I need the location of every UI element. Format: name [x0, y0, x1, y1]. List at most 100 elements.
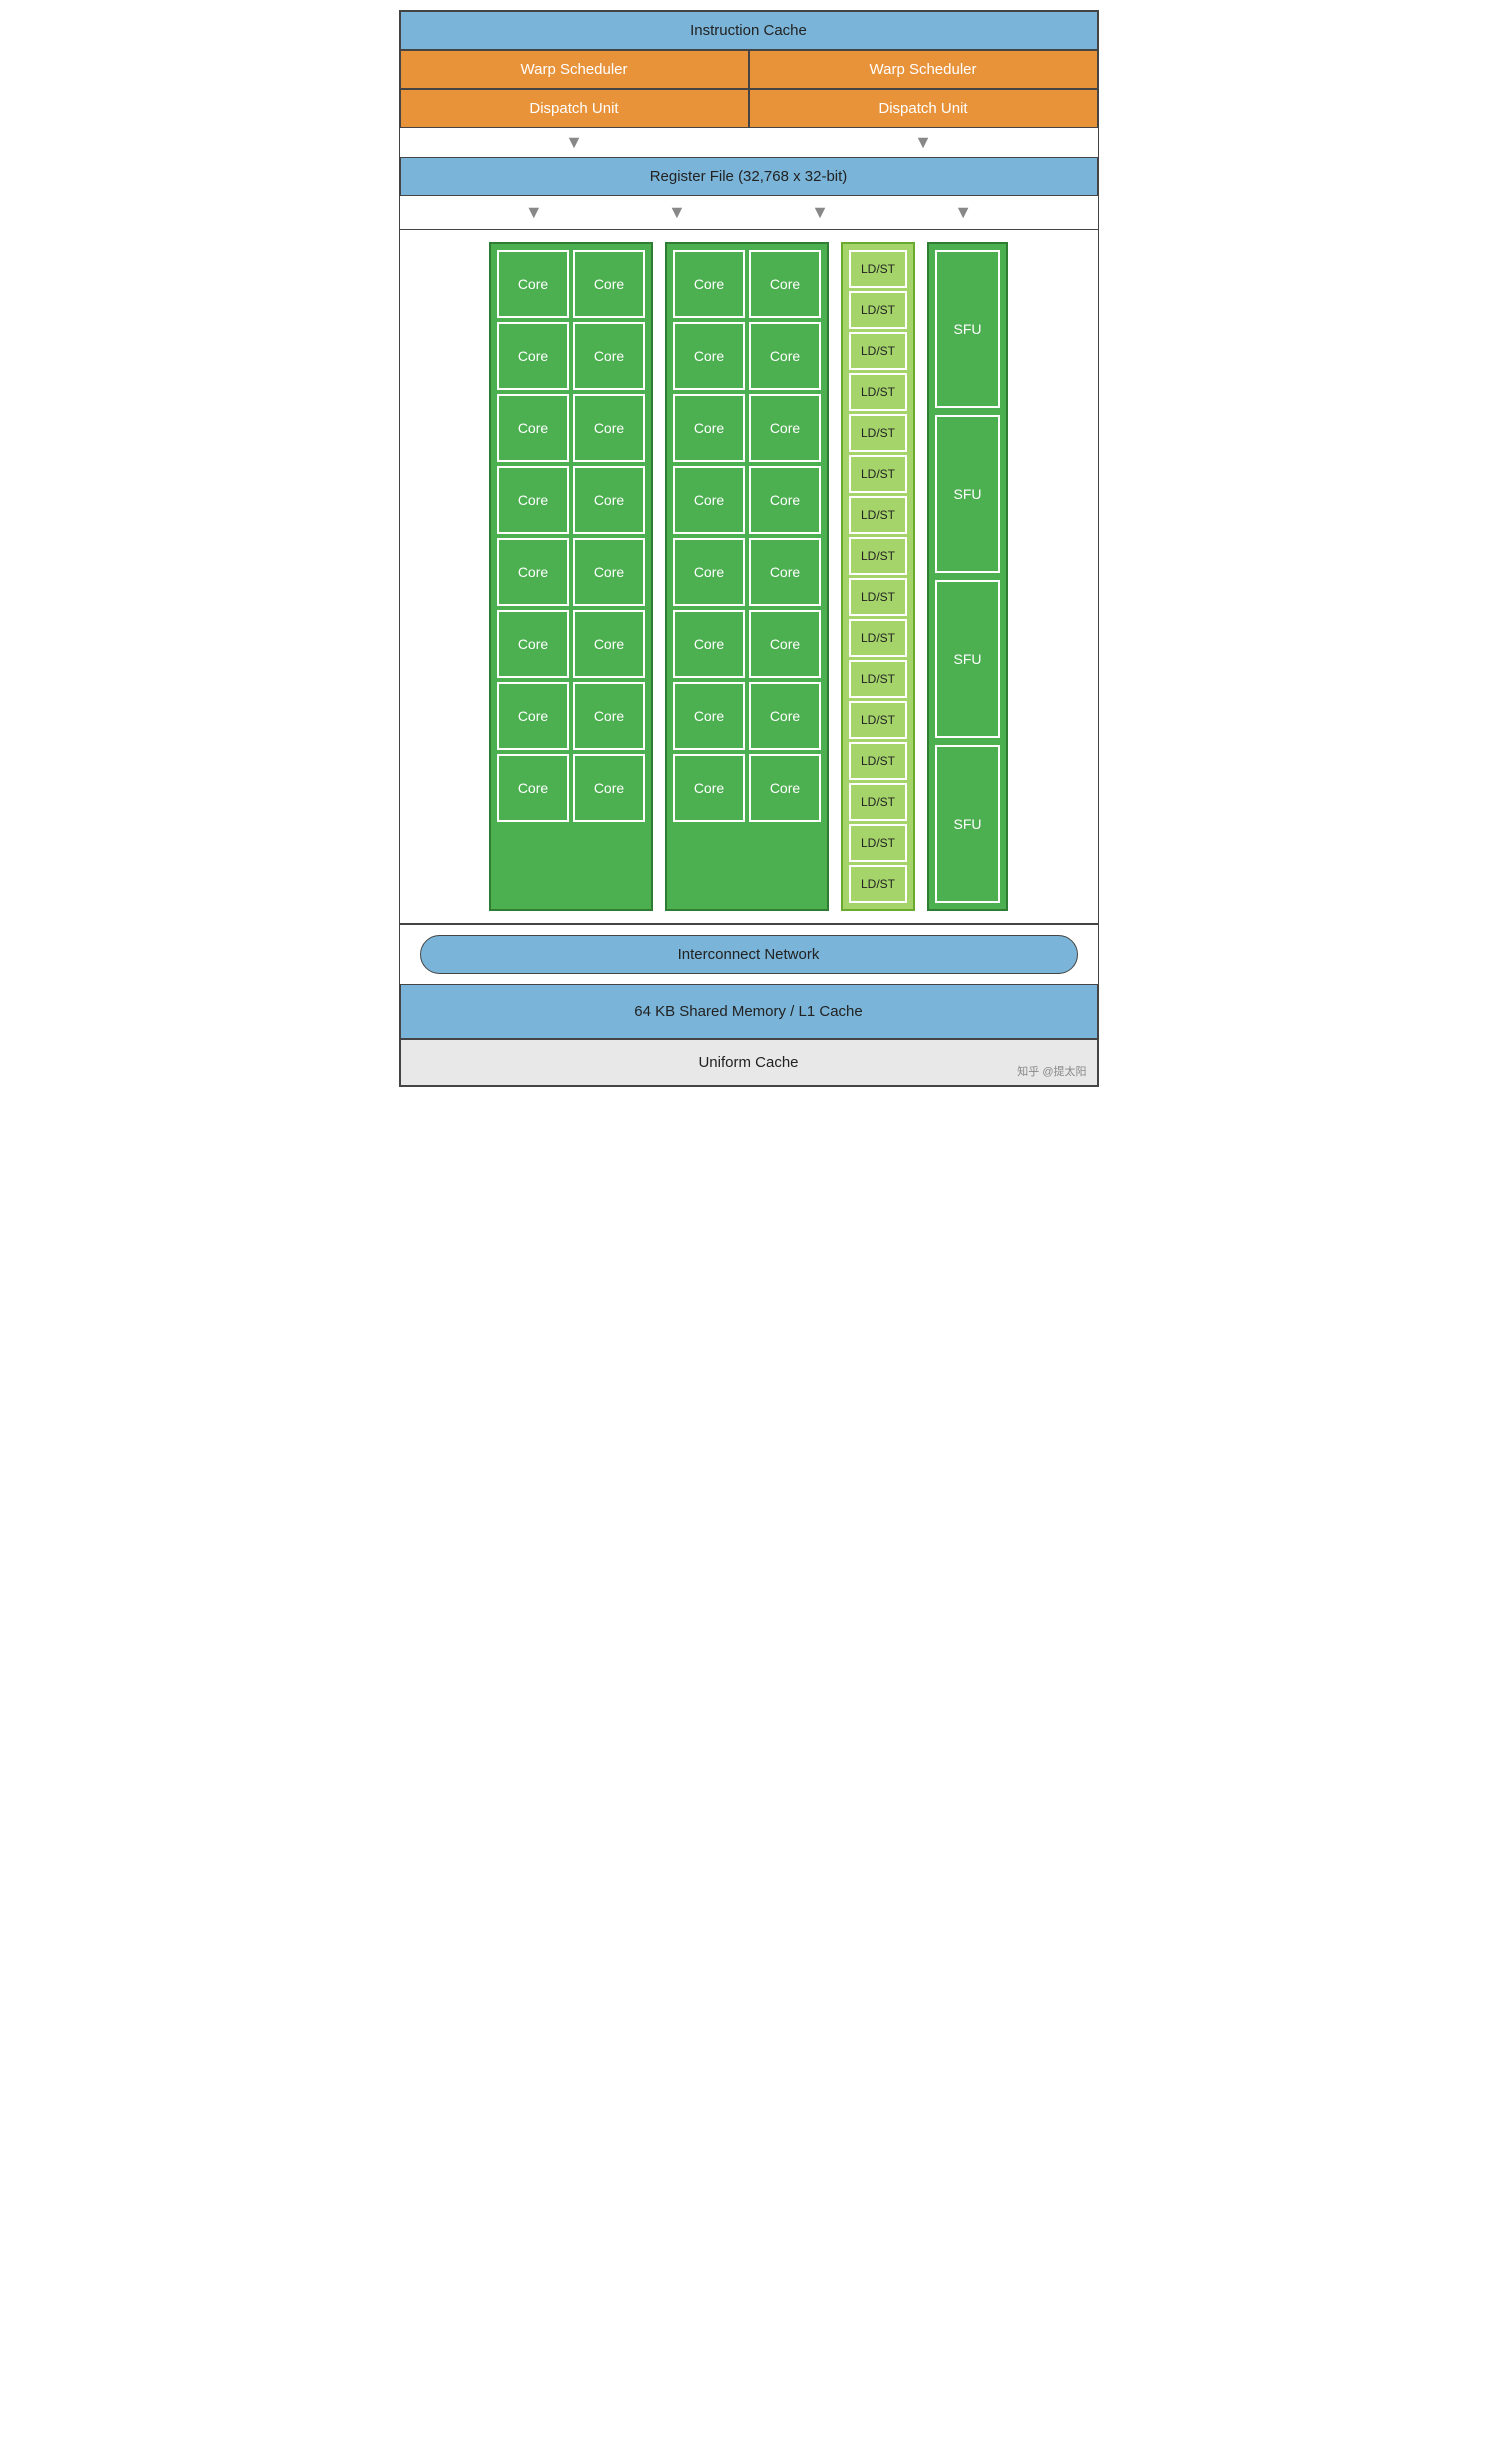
arrow-1: ▼ [565, 132, 583, 153]
core-cell: Core [749, 610, 821, 678]
core-row: Core Core [673, 394, 821, 462]
ldst-cell: LD/ST [849, 783, 907, 821]
arrows-to-main: ▼ ▼ ▼ ▼ [400, 196, 1098, 229]
register-file-block: Register File (32,768 x 32-bit) [400, 157, 1098, 196]
core-cell: Core [573, 322, 645, 390]
core-cell: Core [749, 538, 821, 606]
arrow-3: ▼ [525, 202, 543, 223]
core-cell: Core [673, 754, 745, 822]
ldst-cell: LD/ST [849, 660, 907, 698]
arrow-4: ▼ [668, 202, 686, 223]
core-cell: Core [749, 466, 821, 534]
core-cell: Core [673, 466, 745, 534]
uniform-cache-block: Uniform Cache 知乎 @提太阳 [400, 1039, 1098, 1086]
ldst-cell: LD/ST [849, 332, 907, 370]
arrow-5: ▼ [811, 202, 829, 223]
ldst-cell: LD/ST [849, 537, 907, 575]
ldst-cell: LD/ST [849, 455, 907, 493]
ldst-cell: LD/ST [849, 824, 907, 862]
core-cell: Core [749, 394, 821, 462]
arrows-from-dispatch: ▼ ▼ [400, 128, 1098, 157]
warp-scheduler-left: Warp Scheduler [400, 50, 749, 89]
core-cell: Core [573, 466, 645, 534]
core-row: Core Core [497, 754, 645, 822]
core-cell: Core [497, 250, 569, 318]
core-row: Core Core [497, 466, 645, 534]
core-cell: Core [497, 754, 569, 822]
core-cell: Core [673, 538, 745, 606]
ldst-cell: LD/ST [849, 619, 907, 657]
ldst-cell: LD/ST [849, 701, 907, 739]
core-cell: Core [573, 682, 645, 750]
core-row: Core Core [497, 322, 645, 390]
arrow-6: ▼ [954, 202, 972, 223]
core-group-2: Core Core Core Core Core Core Core Core … [665, 242, 829, 911]
core-row: Core Core [673, 610, 821, 678]
core-cell: Core [573, 538, 645, 606]
core-row: Core Core [673, 250, 821, 318]
ldst-cell: LD/ST [849, 865, 907, 903]
core-row: Core Core [497, 394, 645, 462]
ldst-cell: LD/ST [849, 291, 907, 329]
core-cell: Core [497, 322, 569, 390]
core-cell: Core [497, 394, 569, 462]
ldst-cell: LD/ST [849, 496, 907, 534]
core-cell: Core [749, 682, 821, 750]
core-row: Core Core [497, 538, 645, 606]
dispatch-unit-right: Dispatch Unit [749, 89, 1098, 128]
core-row: Core Core [673, 322, 821, 390]
columns-wrapper: Core Core Core Core Core Core Core Core … [400, 230, 1098, 923]
ldst-cell: LD/ST [849, 373, 907, 411]
sfu-cell-4: SFU [935, 745, 1000, 903]
core-cell: Core [673, 610, 745, 678]
core-cell: Core [673, 394, 745, 462]
ldst-cell: LD/ST [849, 250, 907, 288]
warp-scheduler-right: Warp Scheduler [749, 50, 1098, 89]
core-group-1: Core Core Core Core Core Core Core Core … [489, 242, 653, 911]
core-cell: Core [673, 682, 745, 750]
core-cell: Core [573, 610, 645, 678]
core-cell: Core [749, 322, 821, 390]
arrow-2: ▼ [914, 132, 932, 153]
core-row: Core Core [497, 682, 645, 750]
core-cell: Core [497, 466, 569, 534]
ldst-cell: LD/ST [849, 414, 907, 452]
instruction-cache-label: Instruction Cache [690, 22, 807, 39]
dispatch-unit-left: Dispatch Unit [400, 89, 749, 128]
core-cell: Core [497, 682, 569, 750]
sfu-group: SFU SFU SFU SFU [927, 242, 1008, 911]
dispatch-unit-row: Dispatch Unit Dispatch Unit [400, 89, 1098, 128]
core-row: Core Core [673, 466, 821, 534]
ldst-cell: LD/ST [849, 578, 907, 616]
core-cell: Core [573, 394, 645, 462]
core-row: Core Core [673, 538, 821, 606]
sfu-cell-2: SFU [935, 415, 1000, 573]
core-cell: Core [749, 250, 821, 318]
main-processing-area: Core Core Core Core Core Core Core Core … [400, 229, 1098, 924]
core-cell: Core [673, 250, 745, 318]
warp-scheduler-row: Warp Scheduler Warp Scheduler [400, 50, 1098, 89]
ldst-group: LD/ST LD/ST LD/ST LD/ST LD/ST LD/ST LD/S… [841, 242, 915, 911]
core-row: Core Core [673, 682, 821, 750]
shared-memory-label: 64 KB Shared Memory / L1 Cache [634, 1003, 862, 1020]
core-cell: Core [497, 610, 569, 678]
watermark-label: 知乎 @提太阳 [1017, 1063, 1086, 1079]
sfu-cell-3: SFU [935, 580, 1000, 738]
core-row: Core Core [497, 610, 645, 678]
gpu-sm-diagram: Instruction Cache Warp Scheduler Warp Sc… [399, 10, 1099, 1087]
core-cell: Core [573, 250, 645, 318]
core-cell: Core [573, 754, 645, 822]
core-row: Core Core [673, 754, 821, 822]
ldst-cell: LD/ST [849, 742, 907, 780]
shared-memory-block: 64 KB Shared Memory / L1 Cache [400, 984, 1098, 1039]
instruction-cache-block: Instruction Cache [400, 11, 1098, 50]
register-file-label: Register File (32,768 x 32-bit) [650, 168, 848, 185]
uniform-cache-label: Uniform Cache [698, 1054, 798, 1071]
core-row: Core Core [497, 250, 645, 318]
core-cell: Core [497, 538, 569, 606]
interconnect-wrapper: Interconnect Network [400, 924, 1098, 984]
core-cell: Core [749, 754, 821, 822]
core-cell: Core [673, 322, 745, 390]
interconnect-label: Interconnect Network [678, 946, 820, 963]
sfu-cell-1: SFU [935, 250, 1000, 408]
